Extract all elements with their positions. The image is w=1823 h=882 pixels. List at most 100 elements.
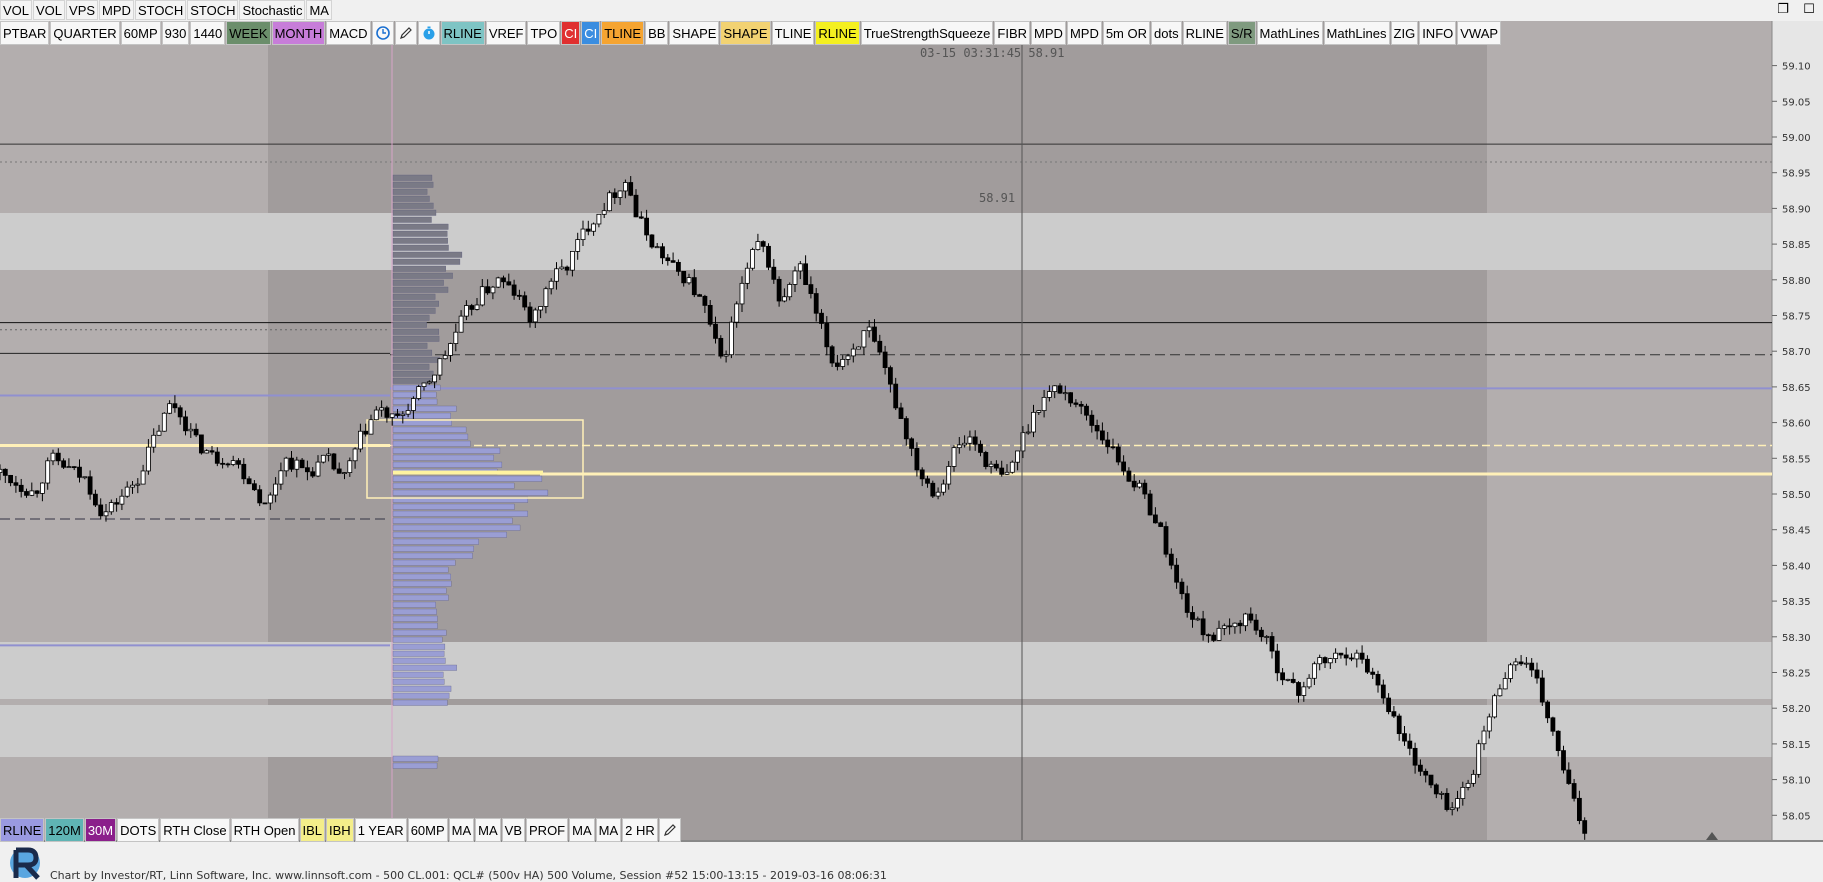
toolbar-button-vb[interactable]: VB bbox=[501, 818, 526, 842]
toolbar-button-vol[interactable]: VOL bbox=[33, 0, 66, 20]
toolbar-button-rline[interactable]: RLINE bbox=[1182, 21, 1227, 45]
toolbar-button-info[interactable]: INFO bbox=[1419, 21, 1457, 45]
toolbar-button-2-hr[interactable]: 2 HR bbox=[622, 818, 658, 842]
candle-body bbox=[0, 468, 3, 473]
toolbar-button-prof[interactable]: PROF bbox=[526, 818, 569, 842]
volume-profile-bar bbox=[392, 279, 444, 286]
candle-body bbox=[1359, 652, 1365, 660]
candle-body bbox=[93, 493, 98, 506]
candle-body bbox=[914, 448, 920, 471]
toolbar-button-930[interactable]: 930 bbox=[161, 21, 190, 45]
toolbar-button-ibl[interactable]: IBL bbox=[299, 818, 326, 842]
y-tick-label: 58.25 bbox=[1782, 669, 1811, 680]
volume-profile-bar bbox=[392, 405, 457, 412]
toolbar-button-vps[interactable]: VPS bbox=[66, 0, 99, 20]
toolbar-button-mathlines[interactable]: MathLines bbox=[1323, 21, 1390, 45]
candle-body bbox=[82, 476, 88, 479]
volume-profile-bar bbox=[392, 321, 427, 328]
toolbar-button-vol[interactable]: VOL bbox=[0, 0, 33, 20]
candle-body bbox=[824, 323, 830, 348]
restore-icon[interactable]: ❐ bbox=[1775, 1, 1791, 17]
toolbar-button-rline[interactable]: RLINE bbox=[440, 21, 485, 45]
toolbar-button-week[interactable]: WEEK bbox=[226, 21, 271, 45]
toolbar-button-mpd[interactable]: MPD bbox=[1066, 21, 1102, 45]
toolbar-button-bb[interactable]: BB bbox=[645, 21, 669, 45]
pencil-icon[interactable] bbox=[658, 818, 681, 842]
candle-body bbox=[458, 315, 464, 333]
volume-profile-bar bbox=[392, 440, 471, 447]
toolbar-button-stoch[interactable]: STOCH bbox=[187, 0, 239, 20]
toolbar-button-month[interactable]: MONTH bbox=[271, 21, 326, 45]
toolbar-button-ptbar[interactable]: PTBAR bbox=[0, 21, 50, 45]
toolbar-button-ci[interactable]: CI bbox=[581, 21, 601, 45]
clock-icon[interactable] bbox=[371, 21, 394, 45]
stopwatch-icon[interactable] bbox=[417, 21, 440, 45]
y-tick-label: 58.40 bbox=[1782, 561, 1811, 572]
footer-caption: Chart by Investor/RT, Linn Software, Inc… bbox=[50, 869, 887, 882]
toolbar-button-dots[interactable]: dots bbox=[1151, 21, 1182, 45]
toolbar-button-60mp[interactable]: 60MP bbox=[407, 818, 448, 842]
candle-body bbox=[183, 416, 188, 432]
toolbar-button-rth-open[interactable]: RTH Open bbox=[230, 818, 299, 842]
candle-body bbox=[734, 303, 740, 323]
candle-body bbox=[167, 403, 173, 414]
toolbar-button-stoch[interactable]: STOCH bbox=[134, 0, 187, 20]
candle-body bbox=[935, 491, 941, 497]
candle-body bbox=[1539, 677, 1545, 703]
candle-body bbox=[797, 263, 803, 272]
toolbar-button-vwap[interactable]: VWAP bbox=[1457, 21, 1502, 45]
toolbar-button-mpd[interactable]: MPD bbox=[1031, 21, 1066, 45]
toolbar-button-shape[interactable]: SHAPE bbox=[669, 21, 720, 45]
toolbar-button-1-year[interactable]: 1 YEAR bbox=[354, 818, 407, 842]
toolbar-button-tline[interactable]: TLINE bbox=[771, 21, 815, 45]
toolbar-button-30m[interactable]: 30M bbox=[84, 818, 117, 842]
toolbar-button-ci[interactable]: CI bbox=[561, 21, 581, 45]
toolbar-button-vref[interactable]: VREF bbox=[485, 21, 527, 45]
volume-profile-bar bbox=[392, 580, 452, 587]
candle-body bbox=[1492, 695, 1497, 718]
toolbar-button-mpd[interactable]: MPD bbox=[99, 0, 134, 20]
y-tick-label: 58.85 bbox=[1782, 240, 1811, 251]
candle-body bbox=[1115, 446, 1121, 463]
candle-body bbox=[87, 476, 93, 495]
toolbar-button-rline[interactable]: RLINE bbox=[815, 21, 860, 45]
toolbar-button-5m-or[interactable]: 5m OR bbox=[1102, 21, 1150, 45]
toolbar-button-stochastic[interactable]: Stochastic bbox=[239, 0, 306, 20]
pencil-icon[interactable] bbox=[394, 21, 417, 45]
toolbar-button-macd[interactable]: MACD bbox=[326, 21, 371, 45]
candle-body bbox=[172, 403, 178, 409]
toolbar-button-ma[interactable]: MA bbox=[306, 0, 332, 20]
candle-body bbox=[40, 482, 45, 494]
toolbar-button-ma[interactable]: MA bbox=[569, 818, 595, 842]
volume-profile-bar bbox=[392, 762, 438, 769]
toolbar-button-s-r[interactable]: S/R bbox=[1227, 21, 1256, 45]
toolbar-button-tpo[interactable]: TPO bbox=[527, 21, 561, 45]
toolbar-button-ma[interactable]: MA bbox=[475, 818, 501, 842]
candle-body bbox=[988, 463, 994, 467]
toolbar-button-zig[interactable]: ZIG bbox=[1390, 21, 1419, 45]
toolbar-button-dots[interactable]: DOTS bbox=[117, 818, 160, 842]
candle-body bbox=[479, 286, 485, 306]
toolbar-button-rline[interactable]: RLINE bbox=[0, 818, 45, 842]
toolbar-button-1440[interactable]: 1440 bbox=[190, 21, 226, 45]
toolbar-button-tline[interactable]: TLINE bbox=[601, 21, 645, 45]
maximize-icon[interactable]: ☐ bbox=[1801, 1, 1817, 17]
toolbar-button-rth-close[interactable]: RTH Close bbox=[160, 818, 230, 842]
toolbar-button-fibr[interactable]: FIBR bbox=[994, 21, 1031, 45]
toolbar-button-ibh[interactable]: IBH bbox=[326, 818, 354, 842]
toolbar-button-mathlines[interactable]: MathLines bbox=[1256, 21, 1323, 45]
y-tick-label: 58.35 bbox=[1782, 597, 1811, 608]
volume-profile-bar bbox=[392, 489, 549, 496]
toolbar-button-ma[interactable]: MA bbox=[595, 818, 622, 842]
toolbar-button-60mp[interactable]: 60MP bbox=[120, 21, 161, 45]
price-chart[interactable]: 59.10 59.05 59.00 58.95 58.90 58.85 58.80 58.75… bbox=[0, 0, 1823, 842]
volume-profile-bar bbox=[392, 545, 474, 552]
y-tick-label: 58.50 bbox=[1782, 490, 1811, 501]
volume-profile-bar bbox=[392, 475, 543, 482]
toolbar-button-quarter[interactable]: QUARTER bbox=[50, 21, 120, 45]
toolbar-button-120m[interactable]: 120M bbox=[45, 818, 84, 842]
toolbar-button-truestrengthsqueeze[interactable]: TrueStrengthSqueeze bbox=[860, 21, 994, 45]
toolbar-button-ma[interactable]: MA bbox=[448, 818, 475, 842]
toolbar-button-shape[interactable]: SHAPE bbox=[720, 21, 771, 45]
candle-body bbox=[463, 305, 469, 317]
